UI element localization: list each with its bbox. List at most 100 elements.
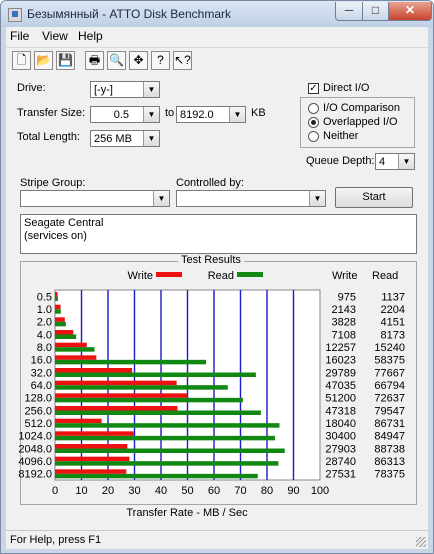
description-line-1: Seagate Central — [24, 217, 104, 229]
stripe-group-select[interactable]: ▼ — [20, 190, 170, 207]
resize-grip-icon[interactable] — [416, 537, 426, 547]
write-bar — [55, 469, 127, 474]
context-help-icon[interactable]: ↖? — [173, 51, 192, 70]
description-textarea[interactable]: Seagate Central (services on) — [20, 214, 417, 254]
drive-select[interactable]: [-y-] ▼ — [90, 81, 160, 98]
chevron-down-icon: ▼ — [143, 131, 159, 146]
title-bar[interactable]: Безымянный - ATTO Disk Benchmark ─ □ ✕ — [1, 1, 433, 27]
print-preview-icon[interactable]: 🔍 — [107, 51, 126, 70]
write-value: 47035 — [325, 380, 356, 392]
move-icon[interactable]: ✥ — [129, 51, 148, 70]
read-value: 15240 — [374, 342, 405, 354]
description-line-2: (services on) — [24, 230, 87, 242]
io-comparison-radio[interactable] — [308, 103, 319, 114]
new-document-icon[interactable]: 🗋 — [12, 51, 31, 70]
legend-read-label: Read — [208, 270, 234, 282]
x-tick-label: 0 — [52, 485, 58, 497]
write-bar — [55, 418, 102, 424]
write-bar — [55, 444, 128, 449]
close-button[interactable]: ✕ — [388, 2, 432, 21]
read-value: 4151 — [381, 317, 405, 329]
y-tick-label: 2048.0 — [18, 443, 52, 455]
chevron-down-icon: ▼ — [143, 107, 159, 122]
transfer-size-from-select[interactable]: 0.5 ▼ — [90, 106, 160, 123]
write-value: 12257 — [325, 342, 356, 354]
menu-help[interactable]: Help — [78, 29, 103, 43]
write-value: 16023 — [325, 355, 356, 367]
chevron-down-icon: ▼ — [398, 154, 414, 169]
read-bar — [55, 461, 279, 466]
app-icon[interactable] — [8, 8, 22, 22]
write-value: 30400 — [325, 431, 356, 443]
read-column-header: Read — [372, 270, 398, 282]
chevron-down-icon: ▼ — [143, 82, 159, 97]
write-value: 3828 — [332, 317, 356, 329]
x-axis-label: Transfer Rate - MB / Sec — [126, 507, 248, 519]
write-bar — [55, 456, 130, 462]
window-title: Безымянный - ATTO Disk Benchmark — [27, 7, 231, 21]
read-bar — [55, 347, 95, 352]
total-length-label: Total Length: — [17, 131, 80, 143]
write-value: 27903 — [325, 443, 356, 455]
chevron-down-icon: ▼ — [229, 107, 245, 122]
read-bar — [55, 473, 258, 479]
read-value: 66794 — [374, 380, 405, 392]
legend-read-swatch — [237, 272, 263, 277]
y-tick-label: 64.0 — [31, 380, 52, 392]
y-tick-label: 32.0 — [31, 367, 52, 379]
read-bar — [55, 309, 61, 314]
y-tick-label: 2.0 — [37, 317, 52, 329]
drive-value: [-y-] — [94, 84, 113, 96]
read-value: 58375 — [374, 355, 405, 367]
write-bar — [55, 431, 134, 436]
write-bar — [55, 380, 177, 386]
x-tick-label: 40 — [155, 485, 167, 497]
start-button[interactable]: Start — [335, 187, 413, 208]
queue-depth-select[interactable]: 4 ▼ — [375, 153, 415, 170]
stripe-group-label: Stripe Group: — [20, 177, 86, 189]
read-bar — [55, 334, 77, 339]
open-folder-icon[interactable]: 📂 — [34, 51, 53, 70]
write-bar — [55, 330, 74, 335]
x-tick-label: 60 — [208, 485, 220, 497]
read-bar — [55, 423, 280, 428]
total-length-select[interactable]: 256 MB ▼ — [90, 130, 160, 147]
write-bar — [55, 393, 188, 398]
write-value: 18040 — [325, 418, 356, 430]
write-value: 51200 — [325, 393, 356, 405]
read-value: 86313 — [374, 456, 405, 468]
read-value: 86731 — [374, 418, 405, 430]
x-tick-label: 80 — [261, 485, 273, 497]
y-tick-label: 512.0 — [24, 418, 52, 430]
read-value: 78375 — [374, 469, 405, 481]
menu-view[interactable]: View — [42, 29, 68, 43]
menu-file[interactable]: File — [10, 29, 29, 43]
read-bar — [55, 359, 207, 365]
print-icon[interactable]: 🖶 — [85, 51, 104, 70]
save-disk-icon[interactable]: 💾 — [56, 51, 75, 70]
read-value: 77667 — [374, 367, 405, 379]
read-value: 84947 — [374, 431, 405, 443]
minimize-button[interactable]: ─ — [335, 2, 363, 21]
total-length-value: 256 MB — [94, 133, 132, 145]
overlapped-io-radio[interactable] — [308, 117, 319, 128]
read-bar — [55, 435, 275, 441]
y-tick-label: 8192.0 — [18, 469, 52, 481]
read-bar — [55, 397, 243, 403]
help-icon[interactable]: ? — [151, 51, 170, 70]
direct-io-checkbox[interactable]: ✓ — [308, 83, 319, 94]
y-tick-label: 4.0 — [37, 329, 52, 341]
controlled-by-select[interactable]: ▼ — [176, 190, 326, 207]
read-bar — [55, 296, 58, 301]
read-bar — [55, 372, 256, 377]
direct-io-label: Direct I/O — [323, 82, 370, 94]
write-value: 29789 — [325, 367, 356, 379]
transfer-size-to-select[interactable]: 8192.0 ▼ — [176, 106, 246, 123]
maximize-button[interactable]: □ — [362, 2, 389, 21]
transfer-size-label: Transfer Size: — [17, 107, 86, 119]
y-tick-label: 16.0 — [31, 355, 52, 367]
write-value: 975 — [338, 291, 356, 303]
chevron-down-icon: ▼ — [309, 191, 325, 206]
x-tick-label: 50 — [181, 485, 193, 497]
neither-radio[interactable] — [308, 131, 319, 142]
